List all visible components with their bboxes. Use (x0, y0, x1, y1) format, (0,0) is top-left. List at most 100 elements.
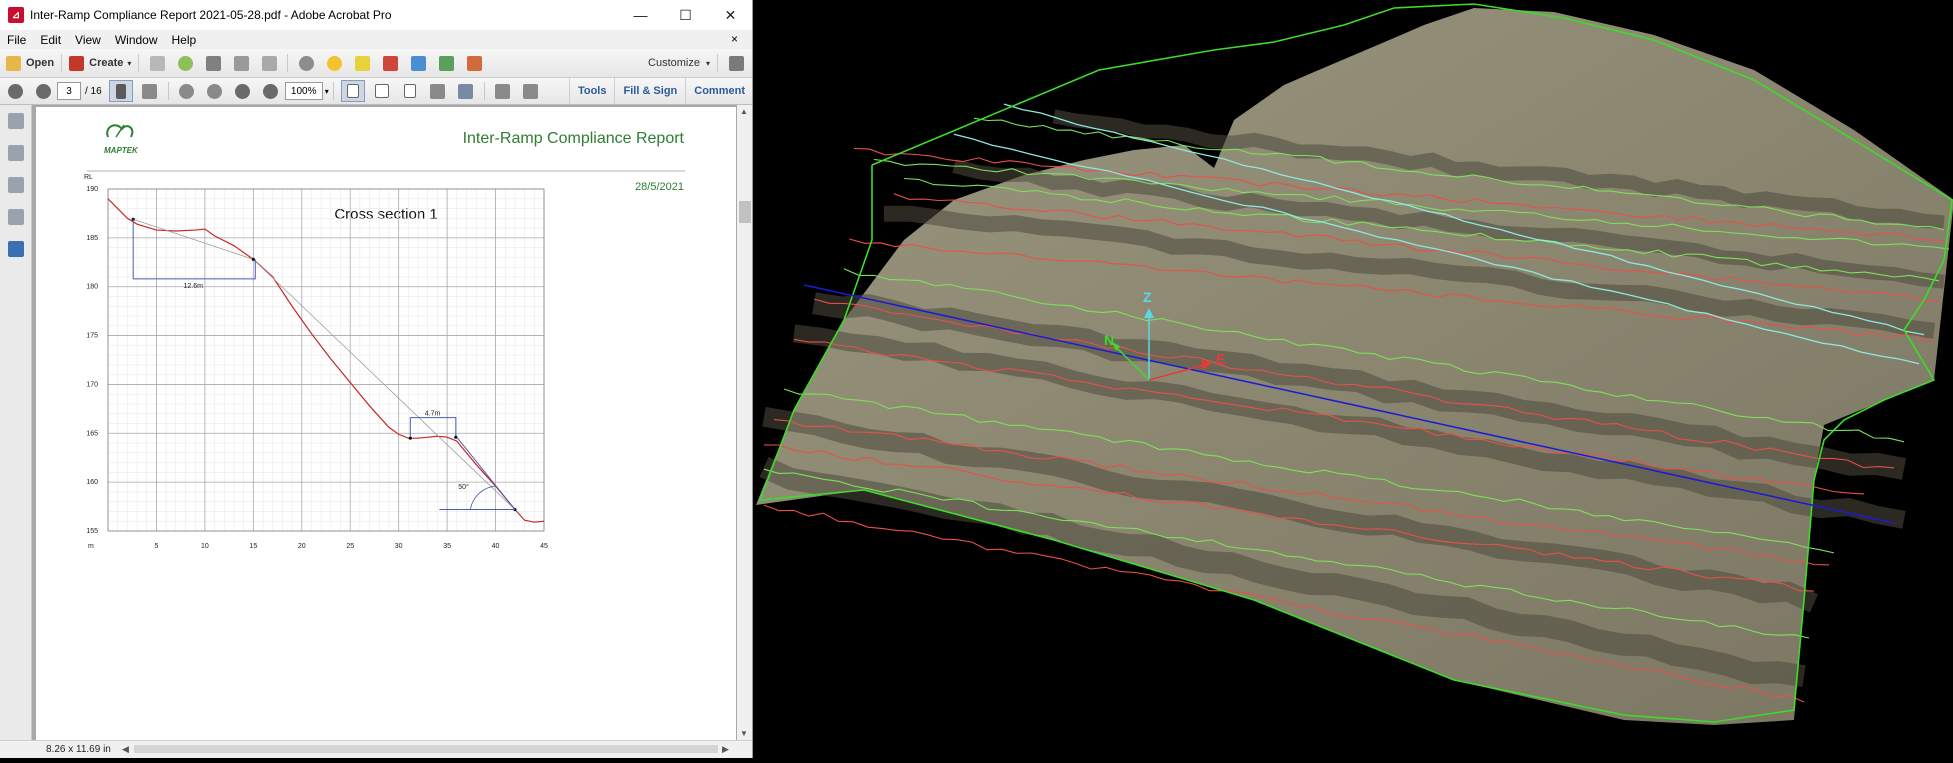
menu-edit[interactable]: Edit (33, 33, 68, 47)
settings-button[interactable] (295, 53, 317, 73)
attachments-icon[interactable] (7, 177, 24, 193)
combine-button[interactable] (407, 53, 429, 73)
main-toolbar: Open Create ▾ Customize ▾ (0, 49, 752, 78)
comment-icon (326, 55, 342, 71)
chevron-down-icon: ▾ (705, 58, 710, 68)
redact-button[interactable] (379, 53, 401, 73)
page-thumbnails-icon[interactable] (7, 113, 24, 129)
gear-icon (298, 55, 314, 71)
tab-tools[interactable]: Tools (568, 78, 615, 104)
hscroll-thumb[interactable] (134, 745, 718, 753)
crop-button[interactable] (492, 81, 514, 101)
toolbar-divider (138, 54, 140, 72)
ramp-point (408, 436, 412, 440)
terrain-svg[interactable]: Z N E (754, 0, 1953, 758)
toolbar-divider (483, 82, 485, 100)
sign-button[interactable] (463, 53, 485, 73)
3d-viewer[interactable]: Z N E (754, 0, 1953, 758)
window-title: Inter-Ramp Compliance Report 2021-05-28.… (30, 8, 392, 22)
save-button[interactable] (146, 53, 168, 73)
scroll-down-icon[interactable]: ▼ (740, 729, 748, 738)
horizontal-scrollbar[interactable] (134, 744, 718, 754)
menu-help[interactable]: Help (165, 33, 204, 47)
annotation-label: 50° (458, 483, 469, 491)
email-button[interactable] (258, 53, 280, 73)
bookmarks-icon[interactable] (7, 145, 24, 161)
surface-profile-line (107, 198, 545, 523)
y-tick-label: 170 (86, 381, 98, 388)
x-tick-label: 15 (249, 543, 257, 550)
previous-page-button[interactable] (4, 81, 26, 101)
loupe-button[interactable] (204, 81, 226, 101)
scroll-right-icon[interactable]: ▶ (722, 744, 729, 755)
scroll-up-icon[interactable]: ▲ (740, 107, 748, 116)
plot-frame (107, 188, 545, 532)
x-axis-label: m (88, 543, 94, 550)
create-button[interactable]: Create ▾ (69, 53, 131, 73)
page-size-label: 8.26 x 11.69 in (46, 744, 111, 755)
minimize-button[interactable]: — (618, 0, 663, 30)
menu-window[interactable]: Window (108, 33, 165, 47)
scroll-thumb[interactable] (739, 201, 751, 223)
x-tick-label: 25 (346, 543, 354, 550)
scroll-left-icon[interactable]: ◀ (122, 744, 129, 755)
hand-tool-button[interactable] (139, 81, 161, 101)
open-button[interactable]: Open (6, 53, 54, 73)
zoom-in-button[interactable] (260, 81, 282, 101)
rotate-button[interactable] (455, 81, 477, 101)
y-tick-label: 160 (86, 479, 98, 486)
maximize-button[interactable]: ☐ (663, 0, 708, 30)
fit-width-icon (374, 84, 389, 98)
layers-icon[interactable] (7, 241, 24, 257)
zoom-out-button[interactable] (232, 81, 254, 101)
maptek-logo (106, 124, 134, 138)
page-number-input[interactable]: 3 (57, 82, 81, 100)
y-tick-label: 175 (86, 333, 98, 340)
cloud-icon (177, 55, 193, 71)
tab-comment[interactable]: Comment (685, 78, 752, 104)
report-page-svg: MAPTEK Inter-Ramp Compliance Report 28/5… (84, 124, 685, 550)
fullscreen-button[interactable] (520, 81, 542, 101)
navigation-pane (0, 105, 32, 740)
print-button[interactable] (202, 53, 224, 73)
x-tick-label: 5 (154, 543, 158, 550)
page-layout-button[interactable] (427, 81, 449, 101)
single-page-button[interactable] (399, 81, 421, 101)
page-count: / 16 (85, 85, 102, 97)
fit-width-button[interactable] (371, 81, 393, 101)
comment-button[interactable] (323, 53, 345, 73)
rotate-icon (458, 83, 474, 99)
folder-icon (6, 55, 21, 71)
menu-file[interactable]: File (0, 33, 33, 47)
select-tool-button[interactable] (108, 80, 133, 102)
close-document-icon[interactable]: × (724, 32, 745, 46)
logo-text: MAPTEK (104, 146, 139, 155)
mail-icon (261, 55, 277, 71)
cloud-button[interactable] (174, 53, 196, 73)
signatures-icon[interactable] (7, 209, 24, 225)
fullscreen-icon (523, 83, 539, 99)
fit-page-button[interactable] (340, 80, 365, 102)
vertical-scrollbar[interactable]: ▲ ▼ (737, 105, 752, 740)
toolbar-divider (287, 54, 289, 72)
tab-fill-sign[interactable]: Fill & Sign (614, 78, 685, 104)
axis-label-z: Z (1143, 289, 1152, 305)
close-button[interactable]: ✕ (708, 0, 752, 30)
hand-icon (142, 83, 158, 99)
marquee-zoom-button[interactable] (176, 81, 198, 101)
menu-view[interactable]: View (68, 33, 108, 47)
ramp-point (251, 257, 255, 261)
acrobat-window: ⊿ Inter-Ramp Compliance Report 2021-05-2… (0, 0, 753, 758)
expand-button[interactable] (725, 53, 747, 73)
customize-button[interactable]: Customize ▾ (648, 53, 710, 73)
single-page-icon (403, 84, 416, 98)
next-page-button[interactable] (32, 81, 54, 101)
chevron-down-icon[interactable]: ▾ (325, 87, 329, 96)
export-button[interactable] (435, 53, 457, 73)
zoom-level-select[interactable]: 100% (284, 82, 323, 100)
title-bar[interactable]: ⊿ Inter-Ramp Compliance Report 2021-05-2… (0, 0, 752, 30)
highlight-button[interactable] (351, 53, 373, 73)
axis-label-n: N (1104, 332, 1114, 348)
edit-button[interactable] (230, 53, 252, 73)
magnifier-plus-icon (207, 83, 223, 99)
